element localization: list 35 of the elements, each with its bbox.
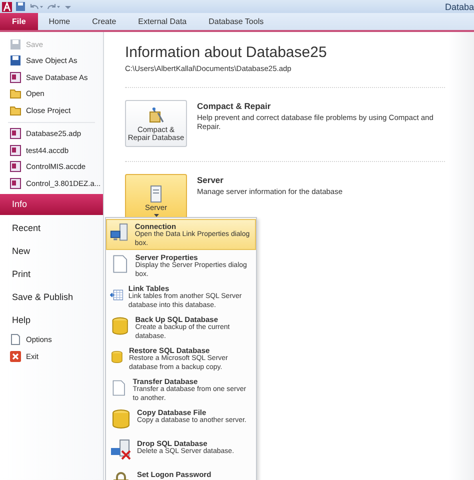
sidebar-item[interactable]: Info xyxy=(0,194,103,214)
sidebar-item[interactable]: Help xyxy=(0,308,103,332)
tools-icon xyxy=(147,106,165,125)
database-file-icon xyxy=(10,161,21,172)
section-heading: Server xyxy=(197,175,224,185)
exit-icon xyxy=(10,350,21,362)
database-file-icon xyxy=(10,144,21,156)
ribbon-tab[interactable]: Create xyxy=(81,13,128,30)
folder-icon xyxy=(10,104,21,116)
save-as-icon xyxy=(10,55,21,66)
sidebar-item[interactable]: Save & Publish xyxy=(0,286,103,308)
sidebar-item[interactable]: Print xyxy=(0,262,103,286)
save-icon[interactable] xyxy=(16,2,25,11)
undo-icon[interactable] xyxy=(29,2,43,10)
server-icon xyxy=(149,185,163,204)
sidebar-item[interactable]: Recent xyxy=(0,216,103,240)
database-file-icon xyxy=(10,72,21,83)
database-icon xyxy=(110,408,132,430)
database-file-icon xyxy=(10,128,21,140)
info-title: Information about Database25 xyxy=(125,44,328,61)
ribbon-tab[interactable]: Database Tools xyxy=(198,13,275,30)
window-title: Databa xyxy=(444,2,474,12)
customize-dropdown-icon[interactable] xyxy=(65,4,71,10)
document-icon xyxy=(10,334,21,346)
ribbon-tab[interactable]: File xyxy=(0,13,38,30)
database-icon xyxy=(110,315,130,337)
ribbon-tab[interactable]: External Data xyxy=(127,13,198,30)
ribbon-tab[interactable]: Home xyxy=(38,13,82,30)
section-heading: Compact & Repair xyxy=(197,101,272,111)
delete-server-icon xyxy=(110,439,132,461)
database-file-icon xyxy=(10,178,21,189)
redo-icon[interactable] xyxy=(47,2,61,10)
app-logo-icon xyxy=(2,2,12,12)
sidebar-item[interactable]: New xyxy=(0,240,103,262)
folder-icon xyxy=(10,88,21,100)
